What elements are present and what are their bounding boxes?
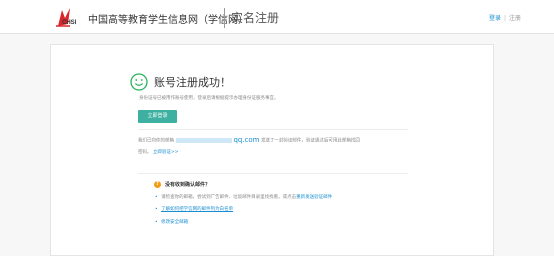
register-link[interactable]: 注册 <box>509 15 521 22</box>
masked-email <box>176 137 233 143</box>
email-notice: 我们已向你的邮箱 qq.com 发送了一封验证邮件，验证通过后可用此邮箱找回 <box>138 136 360 144</box>
help-question: 没有收到确认邮件？ <box>165 182 211 188</box>
divider-line <box>138 173 408 174</box>
header-divider <box>224 8 225 28</box>
divider-line <box>138 129 408 130</box>
page-title: 实名注册 <box>231 11 280 25</box>
bullet-text: 请检查你的邮箱，尝试到广告邮件、垃圾邮件目录里找找看，或点击 <box>161 195 297 200</box>
top-links: 登录 | 注册 <box>489 13 521 22</box>
logo-text: CHSI <box>62 20 77 26</box>
result-card: 账号注册成功！ 身份证号已被用作账号使用，登录后请根据提示办理身份证服务事宜。 … <box>50 44 494 256</box>
whitelist-link[interactable]: 了解如何把学信网的邮件列为白名单 <box>161 207 233 212</box>
email-line2: 密码。 <box>138 150 152 155</box>
email-prefix: 我们已向你的邮箱 <box>138 138 174 144</box>
header: CHSI 中国高等教育学生信息网（学信网） 实名注册 登录 | 注册 <box>0 0 554 34</box>
success-description: 身份证号已被用作账号使用，登录后请根据提示办理身份证服务事宜。 <box>139 96 279 101</box>
help-bullet: 了解如何把学信网的邮件列为白名单 <box>155 206 233 212</box>
change-email-link[interactable]: 修改安全邮箱 <box>161 220 188 225</box>
verify-now-link[interactable]: 立即验证>> <box>153 150 179 155</box>
help-bullet: 请检查你的邮箱，尝试到广告邮件、垃圾邮件目录里找找看，或点击重新发送验证邮件 <box>155 194 332 200</box>
login-link[interactable]: 登录 <box>489 15 501 22</box>
email-notice-2: 密码。 立即验证>> <box>138 149 178 155</box>
resend-email-link[interactable]: 重新发送验证邮件 <box>296 195 332 200</box>
login-button[interactable]: 立即登录 <box>138 110 177 123</box>
email-suffix: 发送了一封验证邮件，验证通过后可用此邮箱找回 <box>260 138 360 144</box>
email-domain: qq.com <box>233 136 260 144</box>
question-icon: ? <box>154 181 161 188</box>
success-title: 账号注册成功！ <box>154 76 231 89</box>
smile-icon <box>130 73 148 91</box>
link-separator: | <box>504 15 507 22</box>
help-bullet: 修改安全邮箱 <box>155 219 188 225</box>
